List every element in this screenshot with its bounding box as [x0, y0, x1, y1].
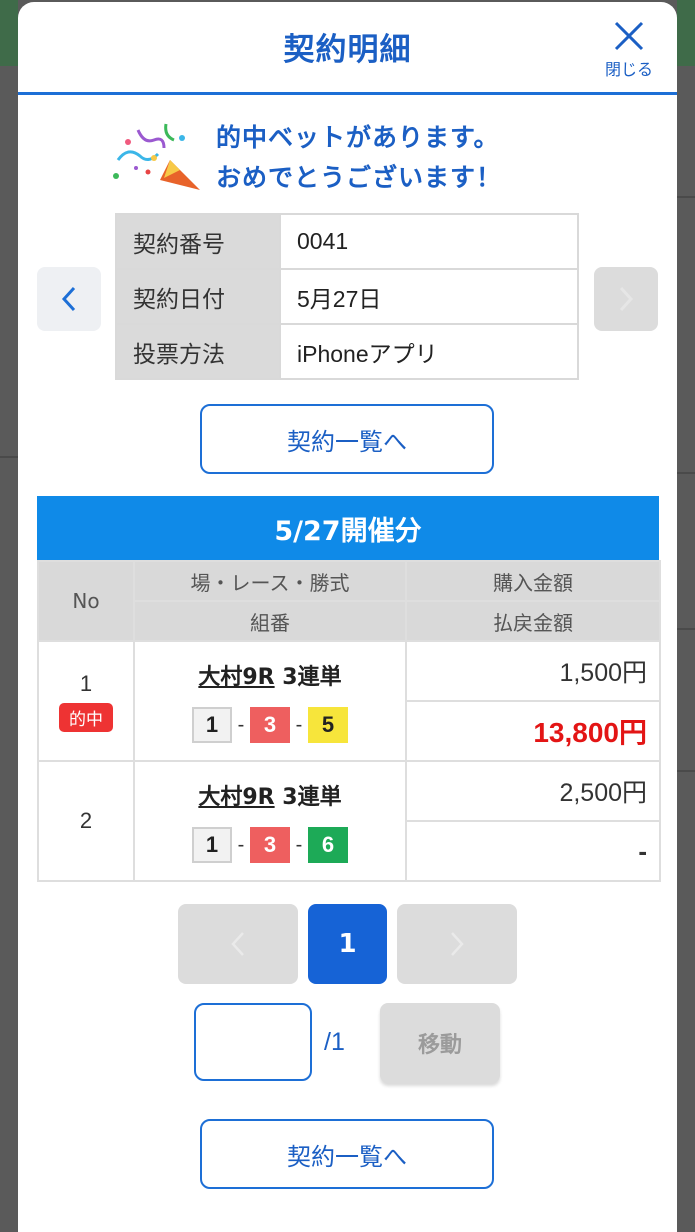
vote-method-label: 投票方法: [115, 323, 281, 380]
payout-amount: -: [405, 820, 661, 882]
bet-no-cell: 1 的中: [37, 640, 135, 762]
race-venue-link[interactable]: 大村9R: [198, 785, 274, 810]
payout-amount: 13,800円: [405, 700, 661, 762]
chevron-right-icon: [451, 932, 464, 956]
backdrop-divider: [677, 472, 695, 474]
page-number-input[interactable]: [194, 1003, 312, 1081]
backdrop-element: [677, 0, 695, 66]
current-page-button[interactable]: 1: [308, 904, 387, 984]
col-header-no: No: [37, 560, 135, 642]
combo-separator: -: [295, 713, 303, 736]
table-row: 2 大村9R 3連単 1 - 3 - 6 2,500円: [37, 760, 661, 882]
prev-page-button[interactable]: [178, 904, 298, 984]
modal-header: 契約明細 閉じる: [18, 2, 677, 95]
backdrop-divider: [677, 770, 695, 772]
combo-second: 3: [250, 827, 290, 863]
race-cell: 大村9R 3連単 1 - 3 - 5: [133, 640, 407, 762]
bets-table: No 場・レース・勝式 購入金額 組番 払戻金額 1 的中 大村9R 3連単 1…: [37, 560, 661, 882]
table-row: 投票方法 iPhoneアプリ: [115, 323, 579, 380]
race-cell: 大村9R 3連単 1 - 3 - 6: [133, 760, 407, 882]
move-button[interactable]: 移動: [380, 1003, 500, 1083]
combo-second: 3: [250, 707, 290, 743]
contract-date-value: 5月27日: [279, 268, 579, 325]
table-row: 契約番号 0041: [115, 213, 579, 270]
combo-separator: -: [237, 833, 245, 856]
vote-method-value: iPhoneアプリ: [279, 323, 579, 380]
contract-date-label: 契約日付: [115, 268, 281, 325]
purchase-amount: 2,500円: [405, 760, 661, 822]
next-contract-button[interactable]: [594, 267, 658, 331]
col-header-race: 場・レース・勝式: [133, 560, 407, 602]
modal-title: 契約明細: [283, 32, 412, 68]
congrats-message: 的中ベットがあります。 おめでとうございます！: [108, 114, 628, 194]
page-total: /1: [324, 1028, 345, 1056]
next-page-button[interactable]: [397, 904, 517, 984]
backdrop-divider: [0, 456, 18, 458]
contract-number-value: 0041: [279, 213, 579, 270]
table-row: 契約日付 5月27日: [115, 268, 579, 325]
race-name: 大村9R 3連単: [135, 659, 405, 691]
combo-first: 1: [192, 707, 232, 743]
combination: 1 - 3 - 5: [135, 707, 405, 743]
contract-detail-modal: 契約明細 閉じる 的中ベットがあります。 おめでとうございます！ 契約番号 00…: [18, 2, 677, 1232]
chevron-left-icon: [231, 932, 244, 956]
hit-badge: 的中: [59, 702, 113, 732]
chevron-right-icon: [619, 286, 634, 312]
bet-no-cell: 2: [37, 760, 135, 882]
race-venue-link[interactable]: 大村9R: [198, 665, 274, 690]
day-header: 5/27開催分: [37, 496, 659, 560]
col-header-payout: 払戻金額: [405, 600, 661, 642]
table-row: 1 的中 大村9R 3連単 1 - 3 - 5 1,500円: [37, 640, 661, 762]
chevron-left-icon: [61, 286, 76, 312]
contract-info-table: 契約番号 0041 契約日付 5月27日 投票方法 iPhoneアプリ: [115, 213, 579, 380]
prev-contract-button[interactable]: [37, 267, 101, 331]
close-label: 閉じる: [604, 60, 653, 79]
bet-type: 3連単: [282, 665, 342, 690]
party-popper-icon: [113, 123, 200, 190]
combo-third: 6: [308, 827, 348, 863]
bet-no: 2: [79, 808, 93, 833]
race-name: 大村9R 3連単: [135, 779, 405, 811]
backdrop-element: [0, 0, 18, 66]
backdrop-divider: [677, 196, 695, 198]
combo-separator: -: [295, 833, 303, 856]
bet-no: 1: [79, 670, 93, 696]
congrats-line-2: おめでとうございます！: [216, 163, 503, 192]
bet-type: 3連単: [282, 785, 342, 810]
backdrop-divider: [677, 628, 695, 630]
congrats-line-1: 的中ベットがあります。: [216, 123, 500, 152]
to-contract-list-button-bottom[interactable]: 契約一覧へ: [200, 1119, 494, 1189]
combination: 1 - 3 - 6: [135, 827, 405, 863]
close-button[interactable]: 閉じる: [599, 18, 659, 80]
combo-first: 1: [192, 827, 232, 863]
purchase-amount: 1,500円: [405, 640, 661, 702]
col-header-purchase: 購入金額: [405, 560, 661, 602]
col-header-combination: 組番: [133, 600, 407, 642]
contract-number-label: 契約番号: [115, 213, 281, 270]
to-contract-list-button[interactable]: 契約一覧へ: [200, 404, 494, 474]
close-icon: [614, 21, 644, 51]
combo-separator: -: [237, 713, 245, 736]
combo-third: 5: [308, 707, 348, 743]
